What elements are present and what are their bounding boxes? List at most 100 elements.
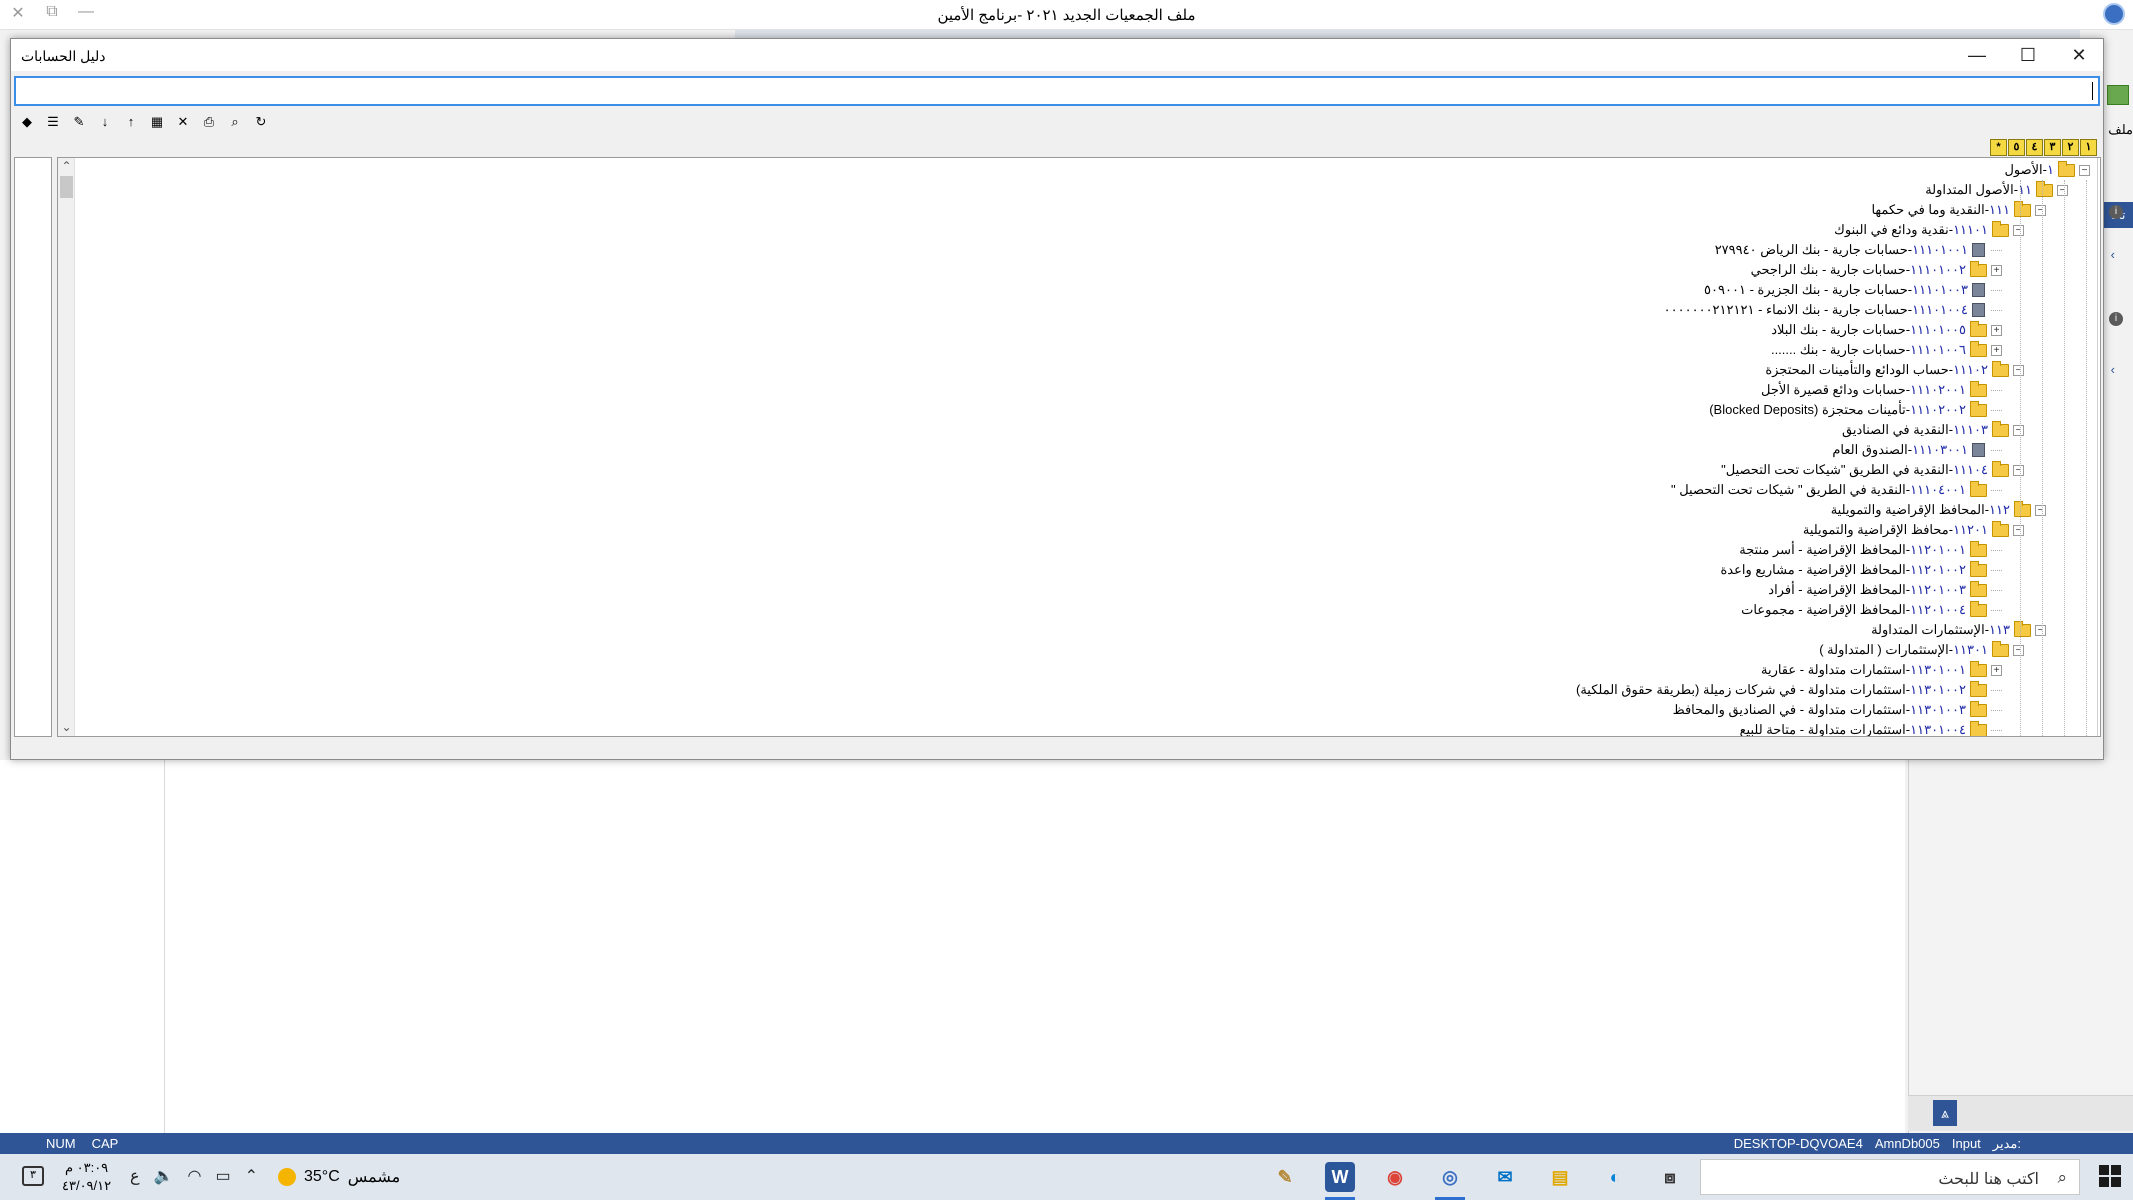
taskbar-search[interactable]: ⌕ اكتب هنا للبحث — [1700, 1159, 2080, 1195]
file-explorer-icon[interactable]: ▤ — [1545, 1162, 1575, 1192]
chrome-app-icon[interactable]: ◉ — [1380, 1162, 1410, 1192]
chevron-left-icon[interactable]: ‹ — [2111, 247, 2115, 262]
expand-icon[interactable]: + — [1991, 664, 2002, 676]
collapse-icon[interactable]: − — [2035, 624, 2046, 636]
tree-node[interactable]: ١١١٠٣-النقدية في الصناديق − — [1842, 420, 2026, 440]
expand-icon[interactable]: + — [1991, 344, 2002, 356]
delete-icon[interactable]: ✕ — [173, 112, 193, 132]
clock[interactable]: ٠٣:٠٩ م ٤٣/٠٩/١٢ — [62, 1159, 111, 1195]
tree-node[interactable]: ١١٢٠١-محافظ الإقراضية والتمويلية − — [1803, 520, 2026, 540]
dialog-maximize-button[interactable]: ☐ — [2013, 42, 2043, 68]
taskbar: ٣ ٠٣:٠٩ م ٤٣/٠٩/١٢ ع 🔈 ◠ ▭ ⌃ 35°C مشمس ✎… — [0, 1154, 2133, 1200]
tree-node[interactable]: ١١٢٠١٠٠٤-المحافظ الإقراضية - مجموعات — [1741, 600, 2004, 620]
tree-node[interactable]: ١١١٠١٠٠٤-حسابات جارية - بنك الانماء - ٠٠… — [1664, 300, 2004, 320]
level-tabs: ١ ٢ ٣ ٤ ٥ * — [1990, 139, 2097, 156]
print-icon[interactable]: ⎙ — [199, 112, 219, 132]
tree-node[interactable]: ١١١٠٣٠٠١-الصندوق العام — [1832, 440, 2004, 460]
level-tab[interactable]: ٤ — [2026, 139, 2043, 156]
tree-node[interactable]: ١١٢-المحافظ الإقراضية والتمويلية − — [1831, 500, 2048, 520]
tree-node[interactable]: ١١١٠٢٠٠٢-تأمينات محتجزة (Blocked Deposit… — [1709, 400, 2004, 420]
tree-node[interactable]: ١١١-النقدية وما في حكمها − — [1871, 200, 2048, 220]
scroll-thumb[interactable] — [60, 176, 73, 198]
collapse-icon[interactable]: − — [2013, 644, 2024, 656]
chevron-left-icon[interactable]: ‹ — [2111, 362, 2115, 377]
info-icon[interactable]: i — [2109, 205, 2123, 219]
tree-node[interactable]: ١١١٠٢-حساب الودائع والتأمينات المحتجزة − — [1765, 360, 2026, 380]
tree-node[interactable]: ١١٣٠١٠٠١-استثمارات متداولة - عقارية + — [1761, 660, 2004, 680]
scroll-up-icon[interactable]: ⌃ — [58, 158, 75, 175]
edit-icon[interactable]: ✎ — [69, 112, 89, 132]
level-tab[interactable]: ٣ — [2044, 139, 2061, 156]
green-tool-icon[interactable] — [2107, 85, 2129, 105]
collapse-icon[interactable]: − — [2013, 224, 2024, 236]
level-tab[interactable]: * — [1990, 139, 2007, 156]
tree-node[interactable]: ١١٢٠١٠٠٢-المحافظ الإقراضية - مشاريع واعد… — [1720, 560, 2004, 580]
tree-node[interactable]: ١١١٠٤-النقدية في الطريق "شيكات تحت التحص… — [1721, 460, 2026, 480]
tree-node[interactable]: ١١١٠١٠٠٢-حسابات جارية - بنك الراجحي + — [1751, 260, 2004, 280]
tag-icon[interactable]: ◆ — [17, 112, 37, 132]
collapse-icon[interactable]: − — [2035, 204, 2046, 216]
refresh-icon[interactable]: ↻ — [251, 112, 271, 132]
sort-asc-icon[interactable]: ↓ — [95, 112, 115, 132]
tray-expand-icon[interactable]: ⌃ — [245, 1166, 258, 1186]
tree-node[interactable]: ١١٢٠١٠٠٣-المحافظ الإقراضية - أفراد — [1768, 580, 2004, 600]
language-indicator[interactable]: ع — [130, 1166, 140, 1186]
level-tab[interactable]: ٥ — [2008, 139, 2025, 156]
account-search-input[interactable] — [14, 76, 2100, 106]
info-icon[interactable]: i — [2109, 312, 2123, 326]
amin-app-icon[interactable]: ◎ — [1435, 1162, 1465, 1192]
level-tab[interactable]: ١ — [2080, 139, 2097, 156]
battery-icon[interactable]: ▭ — [215, 1166, 230, 1186]
tree-node[interactable]: ١١٣٠١٠٠٣-استثمارات متداولة - في الصناديق… — [1673, 700, 2004, 720]
tree-node[interactable]: ١١٣٠١-الإستثمارات ( المتداولة ) − — [1819, 640, 2026, 660]
collapse-icon[interactable]: − — [2079, 164, 2090, 176]
tree-node[interactable]: ١١٣٠١٠٠٤-استثمارات متداولة - متاحة للبيع — [1740, 720, 2004, 736]
tree-node[interactable]: ١١١٠١-نقدية ودائع في البنوك − — [1834, 220, 2026, 240]
notification-icon[interactable]: ٣ — [22, 1166, 44, 1186]
account-code: ١١١٠١٠٠٢ — [1910, 262, 1966, 277]
list-icon[interactable]: ☰ — [43, 112, 63, 132]
scroll-down-icon[interactable]: ⌄ — [58, 719, 75, 736]
tree-scrollbar[interactable]: ⌃ ⌄ — [58, 158, 75, 736]
sort-desc-icon[interactable]: ↑ — [121, 112, 141, 132]
tree-node[interactable]: ١١١٠١٠٠٦-حسابات جارية - بنك ....... + — [1771, 340, 2004, 360]
tree-node[interactable]: ١١٢٠١٠٠١-المحافظ الإقراضية - أسر منتجة — [1739, 540, 2004, 560]
grid-icon[interactable]: ▦ — [147, 112, 167, 132]
collapse-icon[interactable]: − — [2013, 424, 2024, 436]
collapse-icon[interactable]: − — [2035, 504, 2046, 516]
level-tab[interactable]: ٢ — [2062, 139, 2079, 156]
tree-node-label: ١١٢٠١٠٠١-المحافظ الإقراضية - أسر منتجة — [1739, 542, 1970, 558]
collapse-icon[interactable]: − — [2013, 524, 2024, 536]
task-view-icon[interactable]: ⧈ — [1655, 1162, 1685, 1192]
dialog-minimize-button[interactable]: — — [1962, 42, 1992, 68]
tree-node[interactable]: ١١١٠١٠٠٣-حسابات جارية - بنك الجزيرة - ٥٠… — [1704, 280, 2004, 300]
word-app-icon[interactable]: W — [1325, 1162, 1355, 1192]
start-button[interactable] — [2099, 1165, 2121, 1187]
dialog-close-button[interactable]: ✕ — [2064, 42, 2094, 68]
expand-icon[interactable]: + — [1991, 324, 2002, 336]
collapse-up-button[interactable]: ⩓ — [1933, 1100, 1957, 1126]
weather-widget[interactable]: 35°C مشمس — [278, 1167, 400, 1187]
collapse-icon[interactable]: − — [2013, 364, 2024, 376]
tree-node[interactable]: ١١١٠١٠٠٥-حسابات جارية - بنك البلاد + — [1771, 320, 2004, 340]
mail-app-icon[interactable]: ✉ — [1490, 1162, 1520, 1192]
expand-icon[interactable]: + — [1991, 264, 2002, 276]
status-indicator: CAP — [91, 1136, 119, 1151]
volume-icon[interactable]: 🔈 — [154, 1166, 174, 1186]
folder-icon — [1970, 480, 1987, 497]
wifi-icon[interactable]: ◠ — [187, 1166, 201, 1186]
tree-node[interactable]: ١١١٠١٠٠١-حسابات جارية - بنك الرياض ٢٧٩٩٤… — [1715, 240, 2004, 260]
preview-icon[interactable]: ⌕ — [225, 112, 245, 132]
tree-node[interactable]: ١-الأصول − — [2004, 160, 2092, 180]
document-icon — [1972, 283, 1985, 297]
tree-node[interactable]: ١١-الأصول المتداولة − — [1925, 180, 2070, 200]
collapse-icon[interactable]: − — [2013, 464, 2024, 476]
tree-node[interactable]: ١١٣-الإستثمارات المتداولة − — [1871, 620, 2048, 640]
edge-app-icon[interactable]: ◐ — [1600, 1162, 1630, 1192]
tree-node[interactable]: ١١١٠٤٠٠١-النقدية في الطريق " شيكات تحت ا… — [1671, 480, 2004, 500]
collapse-icon[interactable]: − — [2057, 184, 2068, 196]
tree-node[interactable]: ١١١٠٢٠٠١-حسابات ودائع قصيرة الأجل — [1761, 380, 2004, 400]
tree-node[interactable]: ١١٣٠١٠٠٢-استثمارات متداولة - في شركات زم… — [1576, 680, 2004, 700]
paint-app-icon[interactable]: ✎ — [1270, 1162, 1300, 1192]
accounts-tree[interactable]: ⌃ ⌄ ١-الأصول −١١-الأصول المتداولة −١١١-الن… — [57, 157, 2101, 737]
